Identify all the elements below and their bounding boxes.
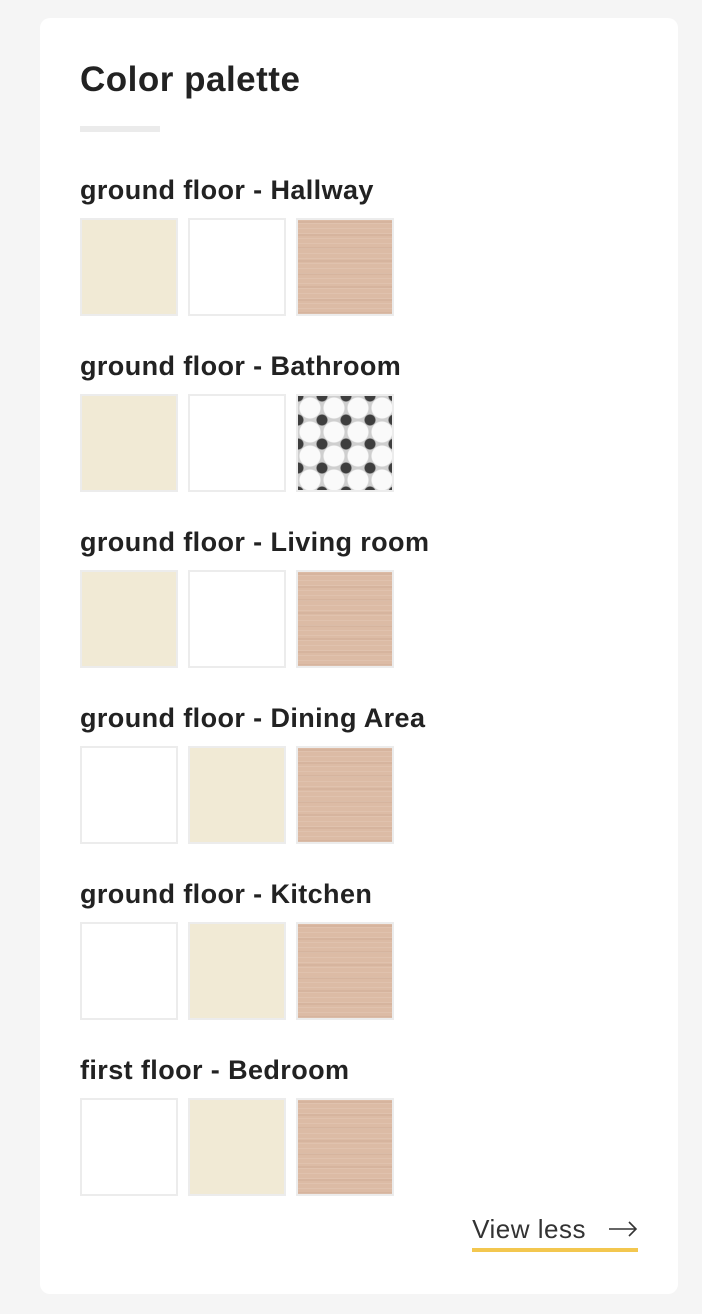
room-name: first floor - Bedroom [80, 1055, 350, 1085]
room-name: ground floor - Kitchen [80, 879, 373, 909]
title-divider [80, 126, 160, 132]
room-name: ground floor - Hallway [80, 175, 374, 205]
room-section-kitchen: ground floor - Kitchen [80, 878, 638, 1020]
color-swatch-wood[interactable] [296, 1098, 394, 1196]
color-swatch-cream[interactable] [80, 570, 178, 668]
view-less-label: View less [472, 1214, 586, 1244]
color-swatch-wood[interactable] [296, 218, 394, 316]
swatch-row [80, 746, 638, 844]
room-name: ground floor - Dining Area [80, 703, 426, 733]
swatch-row [80, 922, 638, 1020]
page-title: Color palette [80, 60, 301, 99]
color-swatch-white[interactable] [188, 394, 286, 492]
swatch-row [80, 1098, 638, 1196]
swatch-row [80, 570, 638, 668]
color-swatch-white[interactable] [188, 218, 286, 316]
room-section-living-room: ground floor - Living room [80, 526, 638, 668]
room-section-dining-area: ground floor - Dining Area [80, 702, 638, 844]
color-swatch-tile[interactable] [296, 394, 394, 492]
color-swatch-white[interactable] [80, 746, 178, 844]
color-swatch-wood[interactable] [296, 922, 394, 1020]
view-less-link[interactable]: View less [472, 1214, 638, 1252]
arrow-right-icon [608, 1220, 638, 1238]
swatch-row [80, 218, 638, 316]
room-section-bedroom: first floor - Bedroom [80, 1054, 638, 1196]
color-swatch-wood[interactable] [296, 746, 394, 844]
room-section-bathroom: ground floor - Bathroom [80, 350, 638, 492]
color-swatch-white[interactable] [80, 922, 178, 1020]
room-name: ground floor - Bathroom [80, 351, 402, 381]
color-swatch-cream[interactable] [80, 218, 178, 316]
color-swatch-cream[interactable] [80, 394, 178, 492]
color-palette-card: Color palette ground floor - Hallway gro… [40, 18, 678, 1294]
color-swatch-cream[interactable] [188, 922, 286, 1020]
swatch-row [80, 394, 638, 492]
color-swatch-white[interactable] [188, 570, 286, 668]
color-swatch-wood[interactable] [296, 570, 394, 668]
room-section-hallway: ground floor - Hallway [80, 174, 638, 316]
room-name: ground floor - Living room [80, 527, 430, 557]
color-swatch-white[interactable] [80, 1098, 178, 1196]
color-swatch-cream[interactable] [188, 1098, 286, 1196]
color-swatch-cream[interactable] [188, 746, 286, 844]
